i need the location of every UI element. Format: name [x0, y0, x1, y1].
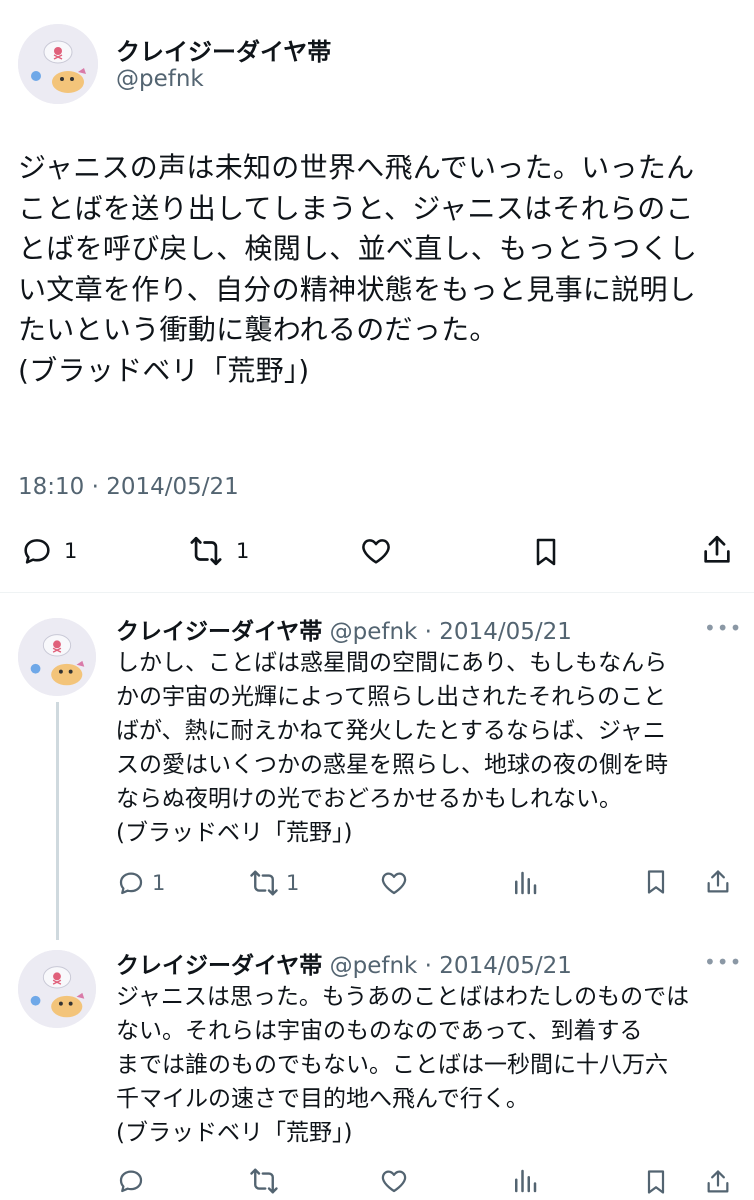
- author-avatar[interactable]: [18, 24, 98, 104]
- heart-icon: [381, 1170, 407, 1193]
- share-icon: [707, 870, 729, 893]
- bookmark-icon: [536, 538, 556, 566]
- retweet-button[interactable]: [246, 1166, 282, 1196]
- tweet-text: ジャニスの声は未知の世界へ飛んでいった。いったん ことばを送り出してしまうと、ジ…: [18, 151, 698, 387]
- reply-text: ジャニスは思った。もうあのことばはわたしのものでは ない。それらは宇宙のものなの…: [116, 984, 690, 1146]
- retweet-button[interactable]: 1: [186, 534, 249, 568]
- tweet-timestamp[interactable]: 18:10 · 2014/05/21: [18, 474, 239, 500]
- retweet-button[interactable]: 1: [246, 868, 299, 898]
- bookmark-icon: [647, 1170, 665, 1194]
- views-button[interactable]: [510, 1166, 540, 1196]
- thread-connector-line: [56, 702, 59, 940]
- retweet-icon: [190, 536, 222, 566]
- divider: [0, 592, 754, 593]
- avatar-illustration: [18, 618, 96, 696]
- reply-author-name[interactable]: クレイジーダイヤ帯: [116, 619, 322, 645]
- reply-avatar[interactable]: [18, 950, 96, 1028]
- avatar-illustration: [18, 24, 98, 104]
- share-icon: [707, 1170, 729, 1193]
- bookmark-icon: [647, 870, 665, 894]
- reply-header: クレイジーダイヤ帯 @pefnk · 2014/05/21: [116, 946, 572, 980]
- like-button[interactable]: [378, 1166, 410, 1196]
- views-button[interactable]: [510, 868, 540, 898]
- heart-icon: [381, 872, 407, 895]
- more-options-button[interactable]: •••: [704, 950, 742, 974]
- retweet-icon: [250, 870, 278, 896]
- bookmark-button[interactable]: [642, 1166, 670, 1198]
- reply-meta[interactable]: @pefnk · 2014/05/21: [330, 619, 572, 645]
- more-options-button[interactable]: •••: [704, 616, 742, 640]
- retweet-icon: [250, 1168, 278, 1194]
- heart-icon: [362, 539, 390, 564]
- reply-count: 1: [152, 871, 166, 895]
- share-button[interactable]: [704, 1166, 732, 1198]
- like-button[interactable]: [378, 868, 410, 898]
- reply-meta[interactable]: @pefnk · 2014/05/21: [330, 953, 572, 979]
- bookmark-button[interactable]: [530, 534, 562, 570]
- bookmark-button[interactable]: [642, 866, 670, 898]
- author-handle[interactable]: @pefnk: [116, 66, 204, 92]
- reply-header: クレイジーダイヤ帯 @pefnk · 2014/05/21: [116, 612, 572, 646]
- retweet-count: 1: [286, 871, 300, 895]
- reply-button[interactable]: 1: [20, 534, 77, 568]
- bar-chart-icon: [515, 1169, 537, 1193]
- reply-author-name[interactable]: クレイジーダイヤ帯: [116, 953, 322, 979]
- share-button[interactable]: [700, 532, 734, 568]
- like-button[interactable]: [358, 534, 394, 568]
- retweet-count: 1: [236, 539, 250, 563]
- avatar-illustration: [18, 950, 96, 1028]
- reply-icon: [24, 539, 50, 564]
- share-icon: [704, 535, 730, 563]
- reply-text: しかし、ことばは惑星間の空間にあり、もしもなんら かの宇宙の光輝によって照らし出…: [116, 650, 668, 846]
- reply-count: 1: [64, 539, 78, 563]
- reply-button[interactable]: [116, 1166, 146, 1196]
- reply-button[interactable]: 1: [116, 868, 165, 898]
- share-button[interactable]: [704, 866, 732, 898]
- author-name[interactable]: クレイジーダイヤ帯: [116, 32, 331, 67]
- reply-icon: [119, 1170, 143, 1193]
- reply-avatar[interactable]: [18, 618, 96, 696]
- reply-icon: [119, 872, 143, 895]
- bar-chart-icon: [515, 871, 537, 895]
